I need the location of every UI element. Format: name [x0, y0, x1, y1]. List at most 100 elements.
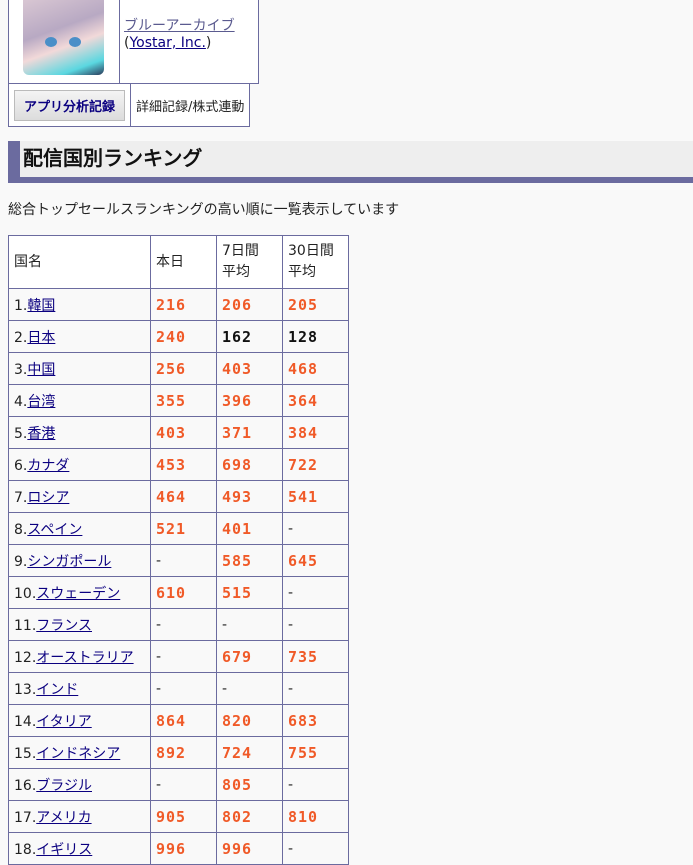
today-rank-value: -: [156, 776, 162, 793]
country-cell: 9.シンガポール: [8, 544, 151, 577]
avg30-rank-value: 364: [288, 391, 319, 410]
app-icon-cell: [8, 0, 120, 84]
today-rank-value: 240: [156, 327, 187, 346]
header-30day-avg: 30日間 平均: [282, 235, 349, 289]
country-link[interactable]: スペイン: [27, 522, 82, 538]
rank-number: 11.: [14, 617, 37, 634]
avg7-rank-cell: 724: [216, 736, 283, 769]
today-rank-cell: 892: [150, 736, 217, 769]
country-cell: 10.スウェーデン: [8, 576, 151, 609]
country-link[interactable]: フランス: [36, 618, 92, 634]
rank-number: 4.: [14, 393, 28, 410]
country-link[interactable]: インドネシア: [36, 746, 120, 762]
avg30-rank-cell: 384: [282, 416, 349, 449]
rank-number: 14.: [14, 713, 37, 730]
avg7-rank-cell: 515: [216, 576, 283, 609]
country-link[interactable]: インド: [36, 682, 78, 698]
avg7-rank-value: 805: [222, 775, 253, 794]
avg7-rank-cell: 371: [216, 416, 283, 449]
section-heading: 配信国別ランキング: [8, 141, 693, 183]
avg30-rank-value: 810: [288, 807, 319, 826]
app-analysis-button[interactable]: アプリ分析記録: [14, 89, 126, 121]
today-rank-value: 905: [156, 807, 187, 826]
avg7-rank-value: 585: [222, 551, 253, 570]
avg30-rank-value: 205: [288, 295, 319, 314]
country-cell: 17.アメリカ: [8, 800, 151, 833]
rank-number: 10.: [14, 585, 37, 602]
table-row: 14.イタリア 864 820 683: [8, 704, 349, 737]
country-cell: 11.フランス: [8, 608, 151, 641]
avg30-rank-cell: 128: [282, 320, 349, 353]
country-link[interactable]: 香港: [27, 426, 55, 442]
today-rank-cell: 521: [150, 512, 217, 545]
avg30-rank-value: 722: [288, 455, 319, 474]
country-cell: 15.インドネシア: [8, 736, 151, 769]
app-title-link[interactable]: ブルーアーカイブ: [124, 18, 235, 34]
country-cell: 14.イタリア: [8, 704, 151, 737]
table-row: 15.インドネシア 892 724 755: [8, 736, 349, 769]
publisher-link[interactable]: Yostar, Inc.: [129, 35, 205, 51]
country-link[interactable]: シンガポール: [27, 554, 111, 570]
rank-number: 8.: [14, 521, 28, 538]
today-rank-value: 403: [156, 423, 187, 442]
avg30-rank-cell: -: [282, 832, 349, 865]
country-cell: 12.オーストラリア: [8, 640, 151, 673]
avg7-rank-value: 403: [222, 359, 253, 378]
today-rank-cell: 464: [150, 480, 217, 513]
avg7-rank-cell: -: [216, 672, 283, 705]
table-row: 16.ブラジル -805-: [8, 768, 349, 801]
today-rank-cell: 355: [150, 384, 217, 417]
today-rank-value: 216: [156, 295, 187, 314]
table-header-row: 国名 本日 7日間 平均 30日間 平均: [8, 235, 349, 289]
avg7-rank-value: -: [222, 616, 228, 633]
avg7-rank-cell: 585: [216, 544, 283, 577]
avg30-rank-value: 468: [288, 359, 319, 378]
avg30-rank-cell: -: [282, 576, 349, 609]
avg30-rank-value: -: [288, 680, 294, 697]
avg30-rank-cell: 810: [282, 800, 349, 833]
country-link[interactable]: イギリス: [36, 842, 92, 858]
country-link[interactable]: ブラジル: [36, 778, 92, 794]
country-link[interactable]: アメリカ: [36, 810, 91, 826]
country-link[interactable]: オーストラリア: [36, 650, 133, 666]
avg7-rank-cell: 493: [216, 480, 283, 513]
avg30-rank-value: -: [288, 776, 294, 793]
country-cell: 6.カナダ: [8, 448, 151, 481]
today-rank-value: 453: [156, 455, 187, 474]
avg30-rank-cell: 468: [282, 352, 349, 385]
detail-label: 詳細記録/株式連動: [130, 83, 251, 127]
country-link[interactable]: 韓国: [27, 298, 55, 314]
country-link[interactable]: 台湾: [27, 394, 55, 410]
country-cell: 7.ロシア: [8, 480, 151, 513]
avg30-rank-cell: 541: [282, 480, 349, 513]
today-rank-cell: -: [150, 544, 217, 577]
country-link[interactable]: ロシア: [27, 490, 69, 506]
avg30-rank-value: 735: [288, 647, 319, 666]
country-link[interactable]: イタリア: [36, 714, 91, 730]
today-rank-cell: 403: [150, 416, 217, 449]
header-today: 本日: [150, 235, 217, 289]
avg30-rank-value: 384: [288, 423, 319, 442]
today-rank-cell: 453: [150, 448, 217, 481]
avg7-rank-cell: 162: [216, 320, 283, 353]
avg7-rank-value: 493: [222, 487, 253, 506]
avg30-rank-value: 128: [288, 327, 319, 346]
today-rank-value: 892: [156, 743, 187, 762]
avg30-rank-cell: -: [282, 672, 349, 705]
rank-number: 6.: [14, 457, 28, 474]
country-link[interactable]: 日本: [27, 330, 55, 346]
avg30-rank-cell: 735: [282, 640, 349, 673]
avg7-rank-cell: 396: [216, 384, 283, 417]
app-icon-image[interactable]: [23, 0, 104, 75]
country-link[interactable]: カナダ: [27, 458, 69, 474]
avg7-rank-value: 698: [222, 455, 253, 474]
rank-number: 2.: [14, 329, 28, 346]
section-description: 総合トップセールスランキングの高い順に一覧表示しています: [8, 202, 400, 218]
country-cell: 16.ブラジル: [8, 768, 151, 801]
country-link[interactable]: スウェーデン: [36, 586, 120, 602]
rank-number: 7.: [14, 489, 28, 506]
country-cell: 2.日本: [8, 320, 151, 353]
table-row: 12.オーストラリア -679 735: [8, 640, 349, 673]
country-link[interactable]: 中国: [27, 362, 55, 378]
avg30-rank-cell: 645: [282, 544, 349, 577]
